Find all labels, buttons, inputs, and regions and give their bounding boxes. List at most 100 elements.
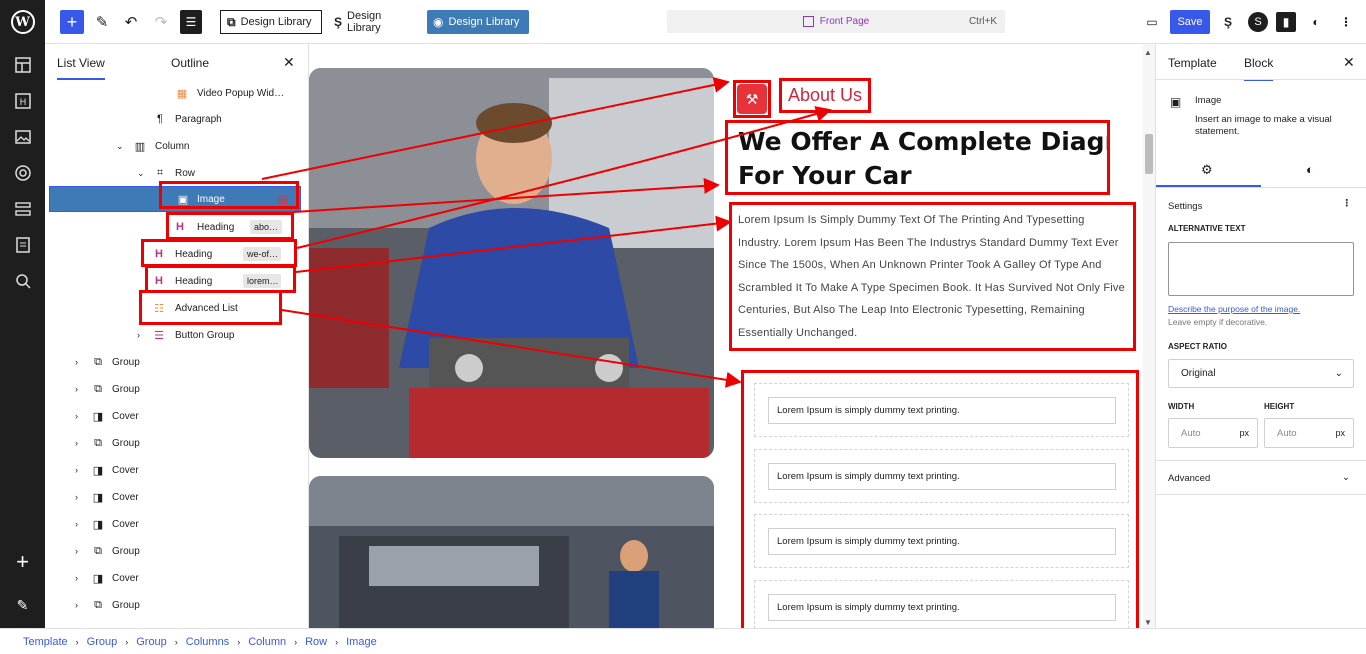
- chevron-right-icon[interactable]: ›: [75, 438, 78, 448]
- chevron-down-icon[interactable]: ⌄: [137, 168, 145, 179]
- advanced-list-block[interactable]: Lorem Ipsum is simply dummy text printin…: [741, 370, 1139, 628]
- list-item[interactable]: Lorem Ipsum is simply dummy text printin…: [754, 383, 1129, 437]
- list-item[interactable]: › ◨ Cover: [45, 565, 303, 591]
- list-item[interactable]: Lorem Ipsum is simply dummy text printin…: [754, 449, 1129, 503]
- spectra-icon[interactable]: S: [1248, 12, 1268, 32]
- wordpress-logo-icon[interactable]: W: [0, 0, 45, 44]
- height-unit[interactable]: px: [1335, 428, 1345, 438]
- design-library-button-3[interactable]: ◉ Design Library: [427, 10, 529, 34]
- more-options-icon[interactable]: ⋮: [1342, 198, 1352, 209]
- styles-contrast-icon[interactable]: ◐: [1306, 162, 1314, 177]
- patterns-icon[interactable]: [12, 270, 33, 291]
- tab-list-view[interactable]: List View: [57, 56, 105, 80]
- list-item-text[interactable]: Lorem Ipsum is simply dummy text printin…: [768, 594, 1116, 621]
- list-item[interactable]: H Heading we-of…: [45, 241, 303, 267]
- scroll-up-icon[interactable]: ▲: [1144, 48, 1152, 57]
- list-item-selected[interactable]: ▣ Image ▤: [49, 186, 301, 212]
- chevron-right-icon[interactable]: ›: [75, 546, 78, 556]
- advanced-panel-toggle[interactable]: Advanced: [1168, 473, 1210, 484]
- chevron-right-icon[interactable]: ›: [75, 600, 78, 610]
- chevron-down-icon[interactable]: ⌄: [116, 141, 124, 152]
- list-item[interactable]: › ☰ Button Group: [45, 322, 303, 348]
- list-item[interactable]: › ⧉ Group: [45, 430, 303, 456]
- mechanic-photo[interactable]: [309, 68, 714, 458]
- alt-text-input[interactable]: [1168, 242, 1354, 296]
- list-item[interactable]: › ◨ Cover: [45, 403, 303, 429]
- list-item[interactable]: › ◨ Cover: [45, 457, 303, 483]
- list-item[interactable]: › ◨ Cover: [45, 511, 303, 537]
- height-input[interactable]: Auto px: [1264, 418, 1354, 448]
- edit-pen-icon[interactable]: ✎: [0, 590, 45, 620]
- breadcrumb-item[interactable]: Template: [23, 636, 68, 648]
- navigation-icon[interactable]: [12, 198, 33, 219]
- list-item[interactable]: H Heading abo…: [45, 214, 303, 240]
- about-us-heading[interactable]: About Us: [779, 78, 871, 113]
- chevron-right-icon[interactable]: ›: [75, 384, 78, 394]
- settings-sidebar-icon[interactable]: ▮: [1276, 12, 1296, 32]
- tab-template[interactable]: Template: [1168, 56, 1217, 70]
- list-item[interactable]: ⌄ ⌗ Row: [45, 160, 303, 186]
- chevron-down-icon[interactable]: ⌄: [1342, 472, 1350, 483]
- list-item[interactable]: › ⧉ Group: [45, 376, 303, 402]
- stackable-icon[interactable]: Ş: [1218, 12, 1238, 32]
- mechanic-icon-image[interactable]: ⚒: [733, 80, 771, 118]
- scroll-down-icon[interactable]: ▼: [1144, 618, 1152, 627]
- list-item-text[interactable]: Lorem Ipsum is simply dummy text printin…: [768, 528, 1116, 555]
- preview-desktop-icon[interactable]: ▭: [1142, 12, 1162, 32]
- document-overview-icon[interactable]: ☰: [180, 10, 202, 34]
- list-item-text[interactable]: Lorem Ipsum is simply dummy text printin…: [768, 397, 1116, 424]
- command-palette-button[interactable]: Front Page Ctrl+K: [667, 10, 1005, 33]
- settings-gear-icon[interactable]: ⚙: [1201, 162, 1213, 178]
- width-input[interactable]: Auto px: [1168, 418, 1258, 448]
- styles-icon[interactable]: [12, 162, 33, 183]
- chevron-right-icon[interactable]: ›: [75, 573, 78, 583]
- list-item[interactable]: ¶ Paragraph: [45, 106, 303, 132]
- tools-pen-icon[interactable]: ✎: [90, 10, 114, 34]
- breadcrumb-item[interactable]: Row: [305, 636, 327, 648]
- list-item[interactable]: ☷ Advanced List: [45, 295, 303, 321]
- list-item[interactable]: › ⧉ Group: [45, 349, 303, 375]
- chevron-right-icon[interactable]: ›: [75, 492, 78, 502]
- design-library-button-2[interactable]: Ş Design Library: [328, 10, 420, 34]
- tab-outline[interactable]: Outline: [171, 56, 209, 70]
- redo-icon[interactable]: ↷: [149, 10, 173, 34]
- heading-block-icon[interactable]: H: [12, 90, 33, 111]
- add-block-icon[interactable]: +: [0, 544, 45, 580]
- list-item[interactable]: Lorem Ipsum is simply dummy text printin…: [754, 580, 1129, 628]
- chevron-right-icon[interactable]: ›: [75, 519, 78, 529]
- list-item[interactable]: › ⧉ Group: [45, 538, 303, 564]
- contrast-icon[interactable]: ◐: [1306, 12, 1326, 32]
- list-item[interactable]: Lorem Ipsum is simply dummy text printin…: [754, 514, 1129, 568]
- breadcrumb-item[interactable]: Group: [87, 636, 118, 648]
- list-item[interactable]: H Heading lorem…: [45, 268, 303, 294]
- chevron-right-icon[interactable]: ›: [75, 411, 78, 421]
- pages-icon[interactable]: [12, 234, 33, 255]
- alt-text-help-link[interactable]: Describe the purpose of the image.: [1168, 304, 1300, 314]
- breadcrumb-item[interactable]: Columns: [186, 636, 229, 648]
- list-item[interactable]: ⌄ ▥ Column: [45, 133, 303, 159]
- width-unit[interactable]: px: [1239, 428, 1249, 438]
- media-icon[interactable]: [12, 126, 33, 147]
- close-icon[interactable]: ✕: [1343, 54, 1355, 71]
- breadcrumb-item-current[interactable]: Image: [346, 636, 377, 648]
- chevron-right-icon[interactable]: ›: [75, 465, 78, 475]
- garage-photo[interactable]: [309, 476, 714, 628]
- list-item[interactable]: › ◨ Cover: [45, 484, 303, 510]
- chevron-right-icon[interactable]: ›: [75, 357, 78, 367]
- chevron-right-icon[interactable]: ›: [137, 330, 140, 340]
- block-inserter-button[interactable]: +: [60, 10, 84, 34]
- tab-block[interactable]: Block: [1244, 56, 1274, 81]
- undo-icon[interactable]: ↶: [119, 10, 143, 34]
- list-item[interactable]: › ⧉ Group: [45, 592, 303, 618]
- aspect-ratio-select[interactable]: Original ⌄: [1168, 359, 1354, 388]
- breadcrumb-item[interactable]: Group: [136, 636, 167, 648]
- main-heading[interactable]: We Offer A Complete Diagnostic For Your …: [725, 120, 1110, 195]
- layout-icon[interactable]: [12, 54, 33, 75]
- save-button[interactable]: Save: [1170, 10, 1210, 34]
- close-icon[interactable]: ✕: [283, 54, 295, 71]
- list-item[interactable]: ▦ Video Popup Wid…: [45, 80, 303, 106]
- canvas-scrollbar[interactable]: ▲ ▼: [1143, 44, 1155, 628]
- list-item-text[interactable]: Lorem Ipsum is simply dummy text printin…: [768, 463, 1116, 490]
- design-library-button-1[interactable]: ⧉ Design Library: [220, 10, 322, 34]
- breadcrumb-item[interactable]: Column: [248, 636, 286, 648]
